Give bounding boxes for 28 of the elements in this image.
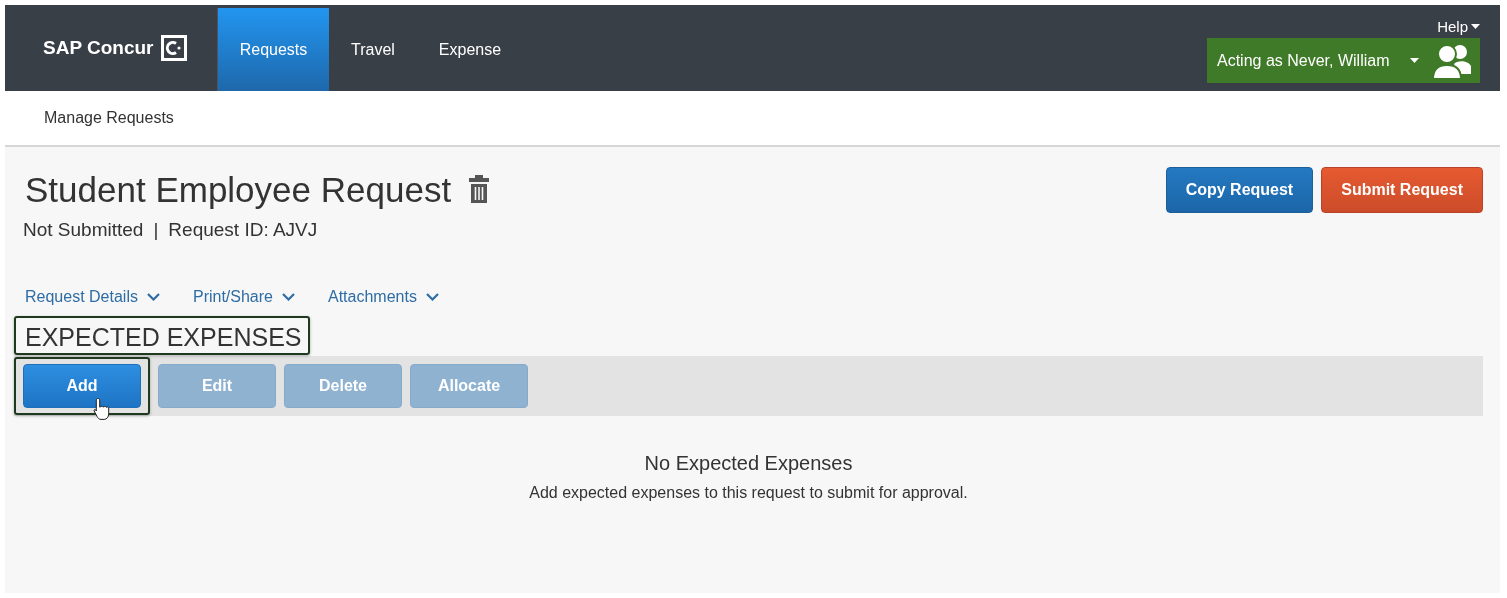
help-menu[interactable]: Help	[1437, 18, 1480, 35]
request-title: Student Employee Request	[25, 170, 452, 210]
action-button[interactable]: Copy Request	[1165, 167, 1314, 213]
logo-text: SAP Concur	[43, 37, 154, 59]
toolbar-button[interactable]: Add	[23, 364, 141, 408]
manage-requests-link[interactable]: Manage Requests	[44, 109, 174, 127]
menu-link[interactable]: Attachments	[328, 288, 439, 306]
separator: |	[153, 219, 159, 241]
nav-tab[interactable]: Requests	[217, 8, 329, 91]
caret-icon	[1409, 58, 1419, 63]
logo-icon	[160, 35, 187, 61]
chevron-down-icon	[425, 293, 439, 301]
chevron-down-icon	[282, 293, 295, 301]
empty-title: No Expected Expenses	[644, 452, 853, 475]
hand-cursor-icon	[93, 397, 111, 421]
section-heading: EXPECTED EXPENSES	[14, 316, 311, 355]
acting-as-menu[interactable]: Acting as Never, William	[1207, 38, 1480, 83]
nav-tab[interactable]: Travel	[329, 8, 417, 91]
nav-tab[interactable]: Expense	[416, 8, 524, 91]
menu-link[interactable]: Request Details	[25, 288, 160, 306]
chevron-down-icon	[146, 293, 160, 301]
request-id: Request ID: AJVJ	[168, 219, 318, 241]
caret-icon	[1471, 24, 1480, 29]
trash-icon[interactable]	[469, 174, 490, 203]
menu-link[interactable]: Print/Share	[192, 288, 295, 306]
empty-message: Add expected expenses to this request to submit for approval.	[529, 484, 968, 502]
request-status: Not Submitted	[23, 219, 144, 241]
action-button[interactable]: Submit Request	[1321, 167, 1483, 213]
